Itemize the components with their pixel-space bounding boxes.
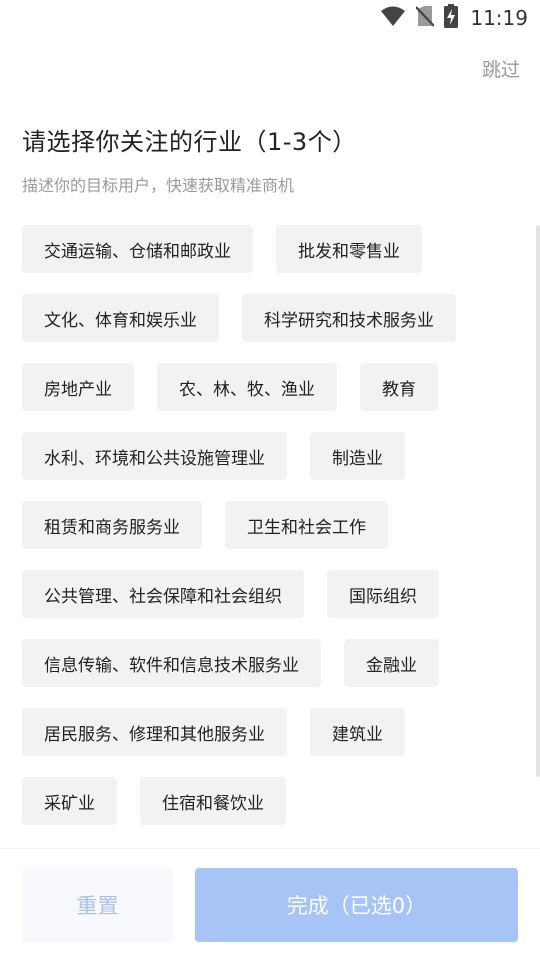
status-bar: 11:19 [0,0,540,36]
industry-chip-group: 交通运输、仓储和邮政业 批发和零售业 文化、体育和娱乐业 科学研究和技术服务业 … [0,225,540,825]
status-time: 11:19 [470,6,528,30]
industry-chip[interactable]: 科学研究和技术服务业 [242,294,456,342]
industry-chip[interactable]: 房地产业 [22,363,134,411]
industry-chip[interactable]: 国际组织 [327,570,439,618]
industry-chip[interactable]: 教育 [360,363,438,411]
skip-button[interactable]: 跳过 [482,55,520,82]
industry-chip[interactable]: 信息传输、软件和信息技术服务业 [22,639,321,687]
industry-chip[interactable]: 公共管理、社会保障和社会组织 [22,570,304,618]
industry-chip[interactable]: 卫生和社会工作 [225,501,388,549]
page-title: 请选择你关注的行业（1-3个） [22,128,357,156]
done-button[interactable]: 完成（已选0） [195,868,518,942]
industry-chip[interactable]: 采矿业 [22,777,117,825]
industry-chip[interactable]: 建筑业 [310,708,405,756]
industry-list[interactable]: 交通运输、仓储和邮政业 批发和零售业 文化、体育和娱乐业 科学研究和技术服务业 … [0,225,540,847]
page-subtitle: 描述你的目标用户，快速获取精准商机 [22,176,295,195]
industry-chip[interactable]: 租赁和商务服务业 [22,501,202,549]
industry-chip[interactable]: 水利、环境和公共设施管理业 [22,432,287,480]
wifi-icon [380,5,406,31]
industry-chip[interactable]: 批发和零售业 [276,225,422,273]
reset-button[interactable]: 重置 [22,868,173,942]
scrollbar[interactable] [536,225,540,777]
industry-chip[interactable]: 农、林、牧、渔业 [157,363,337,411]
industry-chip[interactable]: 金融业 [344,639,439,687]
no-sim-icon [415,5,436,31]
industry-chip[interactable]: 制造业 [310,432,405,480]
industry-chip[interactable]: 文化、体育和娱乐业 [22,294,219,342]
industry-chip[interactable]: 交通运输、仓储和邮政业 [22,225,253,273]
industry-chip[interactable]: 住宿和餐饮业 [140,777,286,825]
industry-chip[interactable]: 居民服务、修理和其他服务业 [22,708,287,756]
battery-charging-icon [444,4,459,32]
